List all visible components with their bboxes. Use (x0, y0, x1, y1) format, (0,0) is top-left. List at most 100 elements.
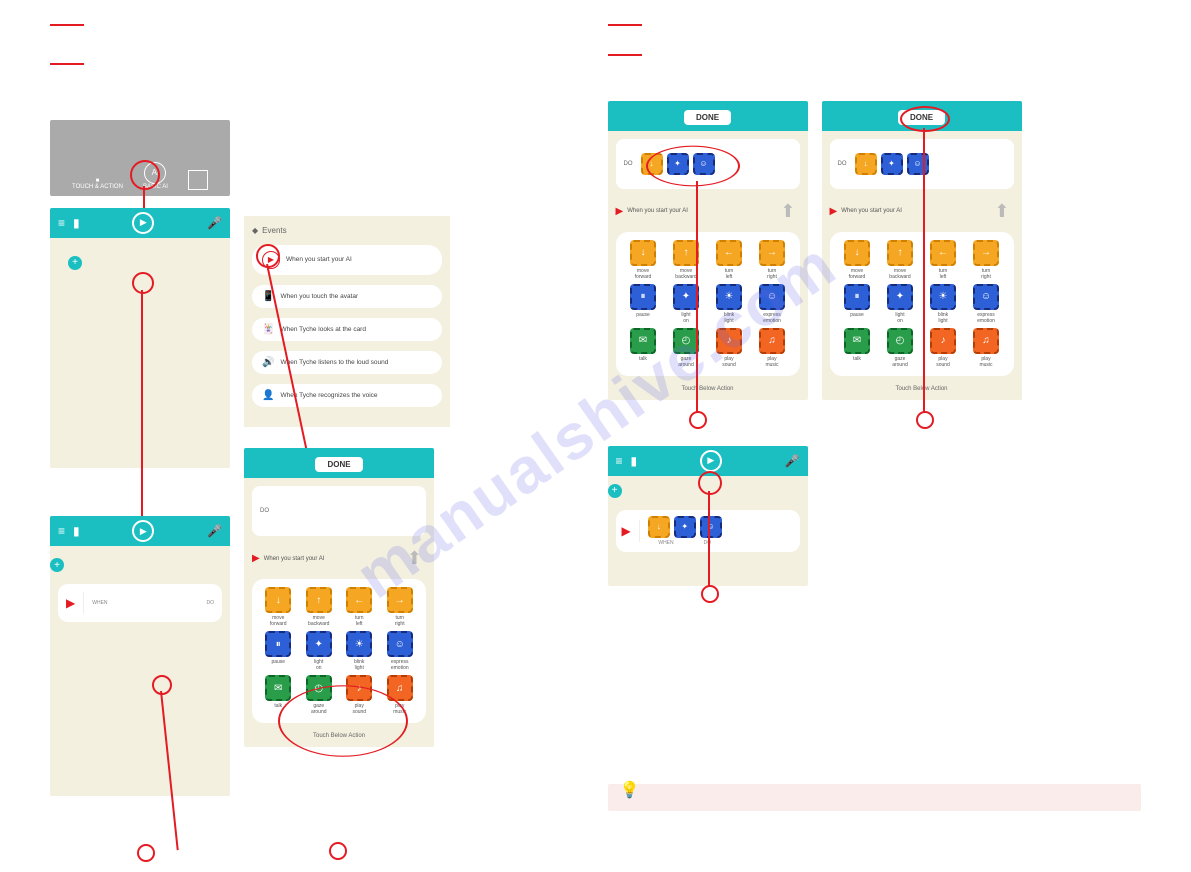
menu-icon[interactable]: ≡ (616, 454, 623, 468)
action-pause[interactable]: ⏸pause (838, 284, 877, 324)
tip-box: 💡 You can add more conditions and action… (608, 784, 1142, 811)
play-button[interactable]: ▶ (132, 212, 154, 234)
do-label: DO (260, 508, 269, 514)
arrow-up-icon: ⬆ (780, 201, 795, 222)
touch-do-desc: Touch DO to add actions what Tyche do (244, 433, 424, 443)
action-turn-left[interactable]: ←turnleft (924, 240, 963, 280)
event-row[interactable]: 🔊When Tyche listens to the loud sound (252, 351, 442, 374)
events-panel: ◆Events ▶When you start your AI 📱When yo… (244, 216, 450, 427)
page-subtext: You can create your own simple AI for Ty… (50, 50, 584, 57)
action-gaze-around[interactable]: ◴gazearound (667, 328, 706, 368)
do-bar: DO ↓✦☺ (616, 139, 800, 189)
action-move-backward[interactable]: ↑movebackward (667, 240, 706, 280)
action-light-on[interactable]: ✦lighton (667, 284, 706, 324)
mic-icon[interactable]: 🎤 (785, 454, 800, 468)
action-blink-light[interactable]: ☀blinklight (341, 631, 378, 671)
right-page: Basic AI Step 3 After adding all actions… (608, 0, 1142, 840)
basic-ai-button[interactable]: AI BASIC AI (143, 162, 168, 190)
phone-header: ≡ ▮ ▶ 🎤 (50, 516, 230, 546)
do-icon: ↓ (855, 153, 877, 175)
action-turn-left[interactable]: ←turnleft (710, 240, 749, 280)
phone-header: ≡ ▮ ▶ 🎤 (50, 208, 230, 238)
when-label: WHEN (658, 540, 673, 546)
mic-icon[interactable]: 🎤 (207, 524, 222, 538)
action-talk[interactable]: ✉talk (624, 328, 663, 368)
do-icon: ☺ (693, 153, 715, 175)
action-express-emotion[interactable]: ☺expressemotion (753, 284, 792, 324)
mic-icon[interactable]: 🎤 (207, 216, 222, 230)
do-icons: ↓✦☺ (648, 516, 722, 538)
action-light-on[interactable]: ✦lighton (301, 631, 338, 671)
when-do-card[interactable]: ▶ WHEN DO (58, 584, 222, 622)
step3-desc2: Touch play button to start your AI (608, 608, 788, 618)
add-button[interactable]: + (608, 484, 622, 498)
left-page: Basic AI You can create your own simple … (50, 0, 584, 840)
event-row[interactable]: ▶When you start your AI (252, 245, 442, 275)
action-turn-left[interactable]: ←turnleft (341, 587, 378, 627)
event-row[interactable]: 📱When you touch the avatar (252, 285, 442, 308)
done-button[interactable]: DONE (684, 110, 731, 125)
action-express-emotion[interactable]: ☺expressemotion (382, 631, 419, 671)
action-move-backward[interactable]: ↑movebackward (301, 587, 338, 627)
step3-desc: After adding all actions finish by click… (608, 85, 1142, 95)
action-move-forward[interactable]: ↓moveforward (838, 240, 877, 280)
play-icon: ▶ (616, 206, 624, 217)
action-play-sound[interactable]: ♪playsound (924, 328, 963, 368)
folder-icon[interactable]: ▮ (73, 524, 80, 538)
action-turn-right[interactable]: →turnright (753, 240, 792, 280)
folder-icon[interactable]: ▮ (73, 216, 80, 230)
actions-panel-done: DONE DO ↓✦☺ ▶When you start your AI⬆ ↓mo… (822, 101, 1022, 400)
action-play-music[interactable]: ♫playmusic (382, 675, 419, 715)
annotation-line (141, 290, 143, 525)
action-turn-right[interactable]: →turnright (967, 240, 1006, 280)
do-label: DO (838, 161, 847, 167)
event-start-line: ▶When you start your AI⬆ (608, 197, 808, 226)
do-label: DO (624, 161, 633, 167)
done-button[interactable]: DONE (315, 457, 362, 472)
step1-desc: To build your first AI, touch the middle… (50, 94, 230, 114)
choose-actions-desc: Choose and touch actions (244, 767, 424, 777)
do-bar: DO ↓✦☺ (830, 139, 1014, 189)
add-button[interactable]: + (68, 256, 82, 270)
annotation-line (708, 491, 710, 591)
action-play-music[interactable]: ♫playmusic (753, 328, 792, 368)
action-pause[interactable]: ⏸pause (260, 631, 297, 671)
action-light-on[interactable]: ✦lighton (881, 284, 920, 324)
voice-icon: 👤 (262, 390, 274, 401)
square-button[interactable] (188, 170, 208, 190)
folder-icon[interactable]: ▮ (631, 454, 638, 468)
action-express-emotion[interactable]: ☺expressemotion (967, 284, 1006, 324)
play-button[interactable]: ▶ (700, 450, 722, 472)
action-blink-light[interactable]: ☀blinklight (924, 284, 963, 324)
play-button[interactable]: ▶ (132, 520, 154, 542)
action-pause[interactable]: ⏸pause (624, 284, 663, 324)
action-play-sound[interactable]: ♪playsound (341, 675, 378, 715)
action-talk[interactable]: ✉talk (260, 675, 297, 715)
action-play-music[interactable]: ♫playmusic (967, 328, 1006, 368)
do-icon: ✦ (667, 153, 689, 175)
menu-icon[interactable]: ≡ (58, 524, 65, 538)
do-icon: ☺ (700, 516, 722, 538)
tag-icon: ◆ (252, 226, 258, 235)
action-move-forward[interactable]: ↓moveforward (624, 240, 663, 280)
action-move-forward[interactable]: ↓moveforward (260, 587, 297, 627)
action-turn-right[interactable]: →turnright (382, 587, 419, 627)
action-gaze-around[interactable]: ◴gazearound (301, 675, 338, 715)
event-row[interactable]: 👤When Tyche recognizes the voice (252, 384, 442, 407)
action-gaze-around[interactable]: ◴gazearound (881, 328, 920, 368)
action-blink-light[interactable]: ☀blinklight (710, 284, 749, 324)
action-move-backward[interactable]: ↑movebackward (881, 240, 920, 280)
page-number: 14 (50, 816, 584, 825)
step1-title: Step 1 (50, 77, 584, 86)
menu-icon[interactable]: ≡ (58, 216, 65, 230)
add-button[interactable]: + (50, 558, 64, 572)
phone-when-do: ≡ ▮ ▶ 🎤 + ▶ WHEN DO (50, 516, 230, 796)
done-bar: DONE (822, 101, 1022, 131)
touch-action-button[interactable]: ■TOUCH & ACTION (72, 178, 123, 190)
touch-below-label: Touch Below Action (608, 382, 808, 400)
done-bar: DONE (608, 101, 808, 131)
touch-below-label: Touch Below Action (244, 729, 434, 747)
action-talk[interactable]: ✉talk (838, 328, 877, 368)
done-button[interactable]: DONE (898, 110, 945, 125)
action-play-sound[interactable]: ♪playsound (710, 328, 749, 368)
